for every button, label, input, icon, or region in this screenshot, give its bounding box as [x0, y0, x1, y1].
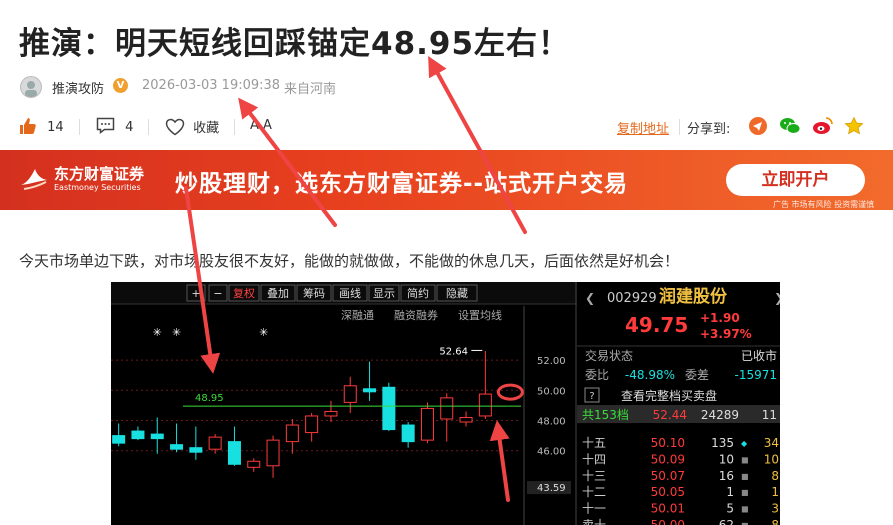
arrow-to-date — [238, 97, 337, 227]
arrow-to-title-price — [428, 55, 527, 234]
arrow-to-last-candle — [489, 420, 510, 502]
annotation-arrows — [184, 55, 527, 502]
arrow-to-anchor-line — [184, 186, 221, 374]
red-arrows — [184, 55, 527, 502]
